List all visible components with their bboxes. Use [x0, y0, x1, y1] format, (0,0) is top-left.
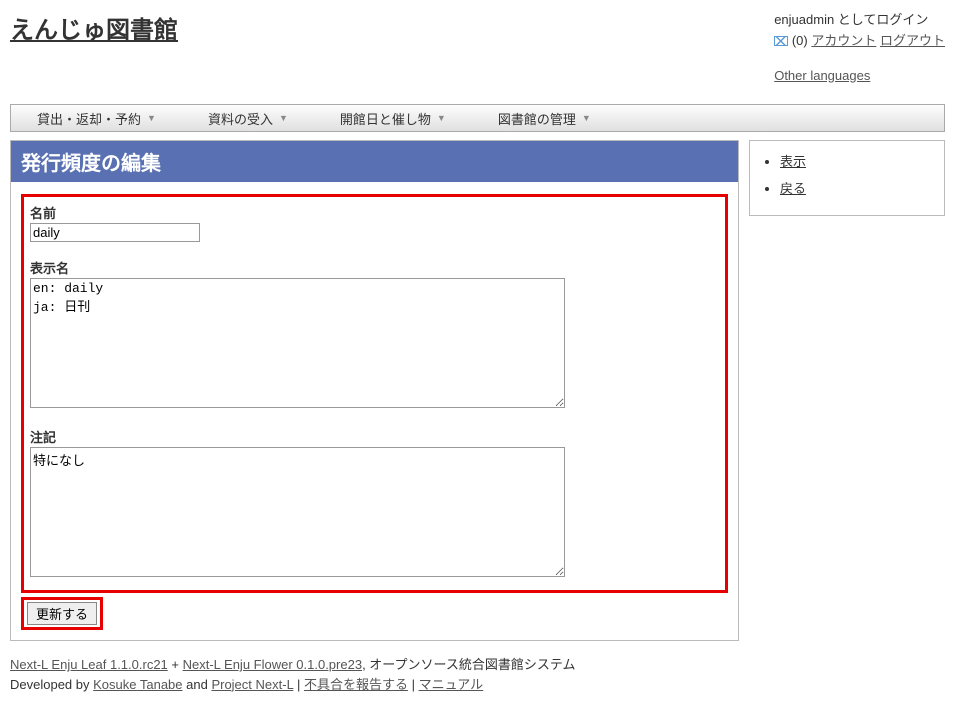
- menu-admin[interactable]: 図書館の管理 ▼: [472, 109, 617, 128]
- report-bug-link[interactable]: 不具合を報告する: [304, 677, 408, 692]
- site-title-link[interactable]: えんじゅ図書館: [10, 17, 178, 44]
- menu-acquisition[interactable]: 資料の受入 ▼: [182, 109, 314, 128]
- manual-link[interactable]: マニュアル: [419, 677, 484, 692]
- submit-highlight: 更新する: [21, 597, 103, 630]
- list-item: 戻る: [780, 178, 936, 197]
- panel-title: 発行頻度の編集: [11, 141, 738, 182]
- display-name-textarea[interactable]: [30, 278, 565, 408]
- form-area: 名前 表示名 注記: [21, 194, 728, 593]
- logout-link[interactable]: ログアウト: [880, 33, 945, 48]
- submit-button[interactable]: 更新する: [27, 602, 97, 625]
- main-panel: 発行頻度の編集 名前 表示名 注記 更新する: [10, 140, 739, 641]
- enju-flower-link[interactable]: Next-L Enju Flower 0.1.0.pre23: [183, 657, 362, 672]
- chevron-down-icon: ▼: [147, 113, 156, 123]
- chevron-down-icon: ▼: [582, 113, 591, 123]
- mail-count: (0): [792, 33, 808, 48]
- menu-events[interactable]: 開館日と催し物 ▼: [314, 109, 472, 128]
- other-languages-link[interactable]: Other languages: [774, 68, 870, 83]
- user-area: enjuadmin としてログイン (0) アカウント ログアウト Other …: [774, 10, 945, 86]
- menubar: 貸出・返却・予約 ▼ 資料の受入 ▼ 開館日と催し物 ▼ 図書館の管理 ▼: [10, 104, 945, 132]
- name-label: 名前: [30, 203, 719, 222]
- enju-leaf-link[interactable]: Next-L Enju Leaf 1.1.0.rc21: [10, 657, 168, 672]
- sidebar-back-link[interactable]: 戻る: [780, 181, 806, 196]
- mail-icon[interactable]: [774, 36, 788, 46]
- project-link[interactable]: Project Next-L: [211, 677, 293, 692]
- menu-checkout[interactable]: 貸出・返却・予約 ▼: [11, 109, 182, 128]
- developer-link[interactable]: Kosuke Tanabe: [93, 677, 182, 692]
- login-status: enjuadmin としてログイン: [774, 10, 945, 31]
- side-panel: 表示 戻る: [749, 140, 945, 216]
- note-textarea[interactable]: [30, 447, 565, 577]
- name-input[interactable]: [30, 223, 200, 242]
- footer: Next-L Enju Leaf 1.1.0.rc21 + Next-L Enj…: [10, 655, 945, 694]
- display-name-label: 表示名: [30, 258, 719, 277]
- list-item: 表示: [780, 151, 936, 170]
- note-label: 注記: [30, 427, 719, 446]
- sidebar-show-link[interactable]: 表示: [780, 154, 806, 169]
- chevron-down-icon: ▼: [279, 113, 288, 123]
- account-link[interactable]: アカウント: [811, 33, 876, 48]
- chevron-down-icon: ▼: [437, 113, 446, 123]
